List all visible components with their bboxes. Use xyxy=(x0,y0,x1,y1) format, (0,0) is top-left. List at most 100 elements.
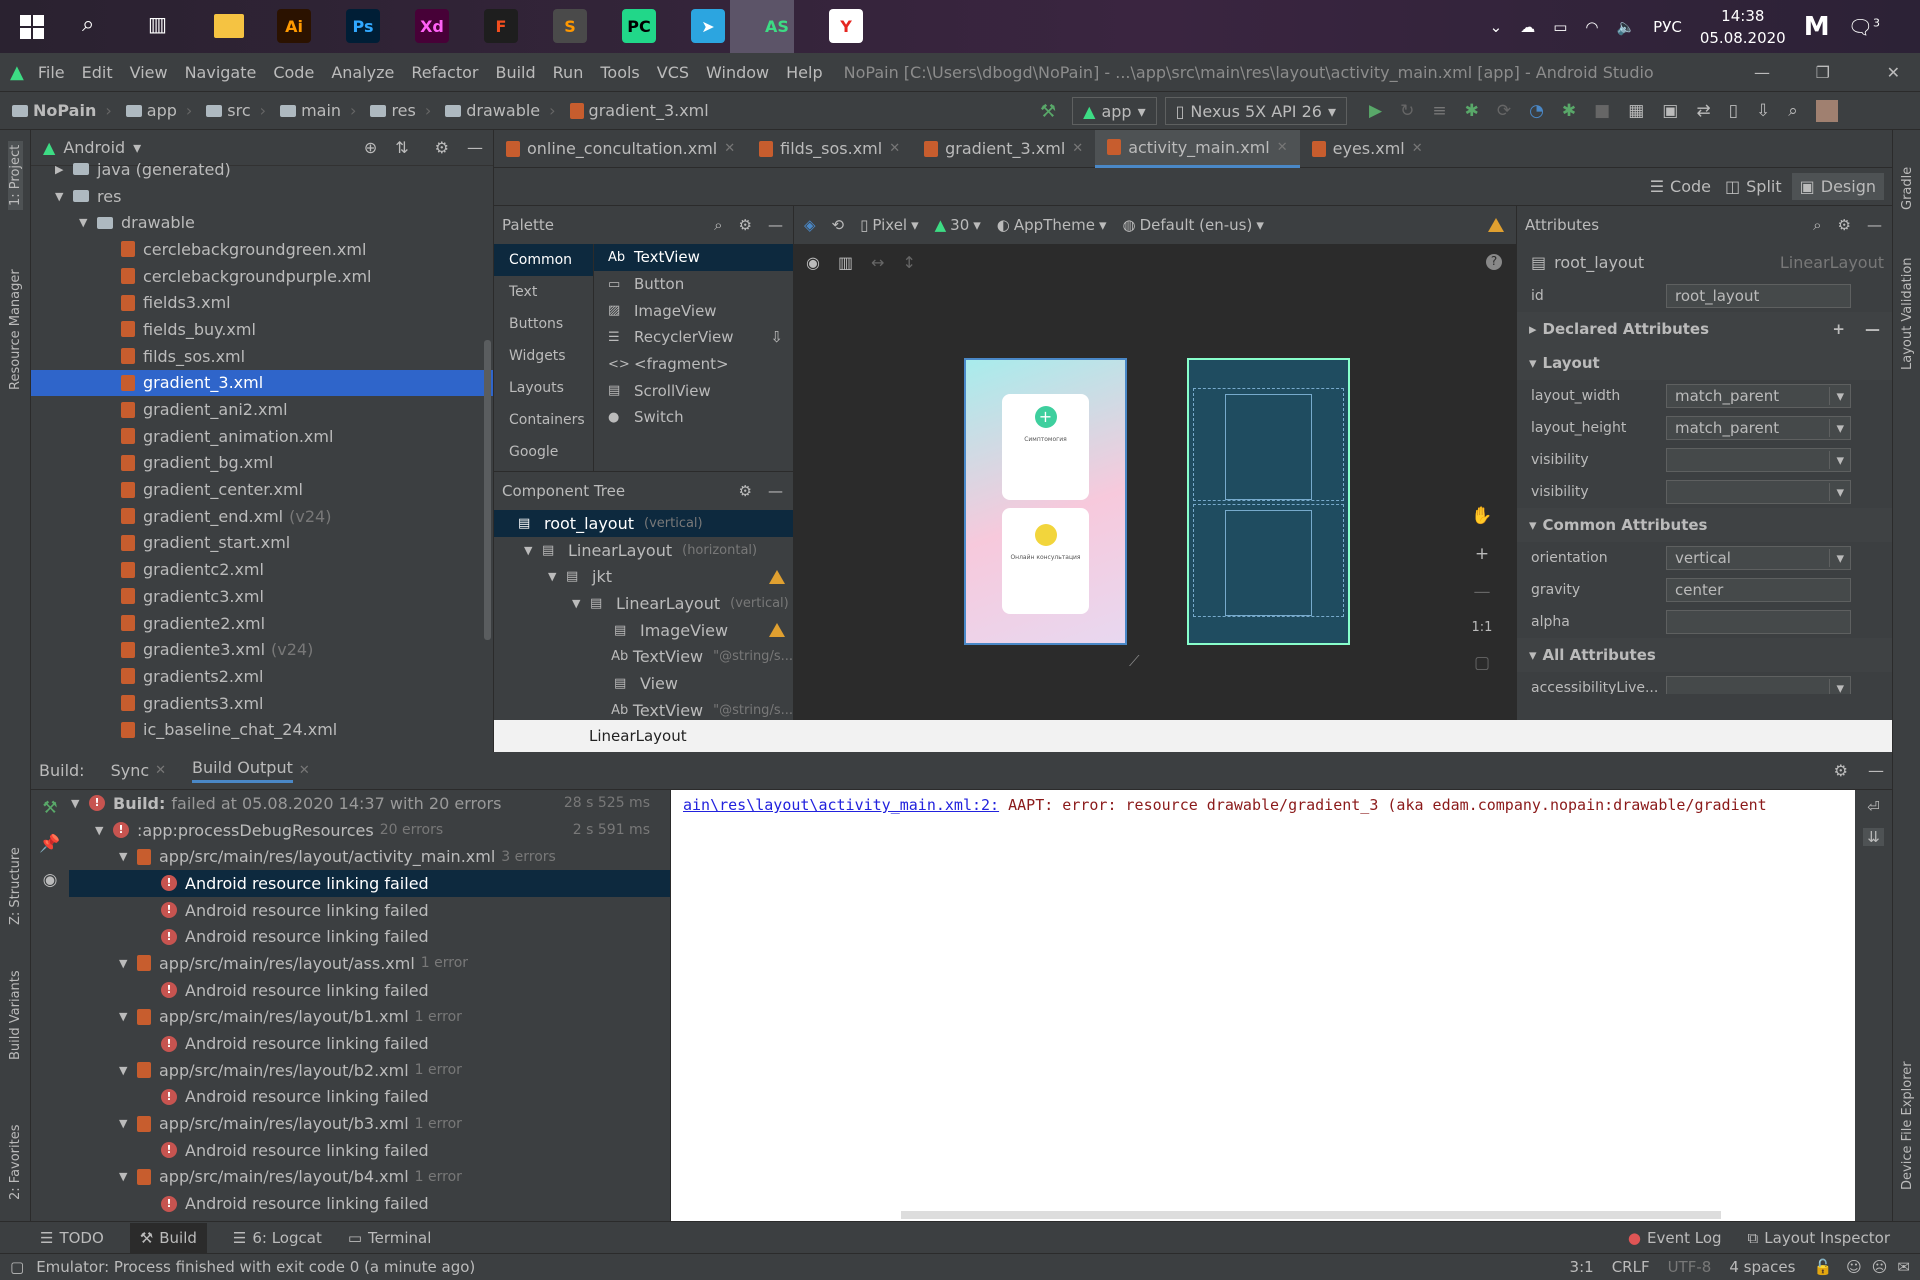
expand-arrow-icon[interactable]: ▼ xyxy=(119,1170,137,1183)
layers-icon[interactable]: ◈ xyxy=(804,216,816,234)
taskbar-app-icon[interactable]: Ai xyxy=(277,9,311,43)
attribute-value-field[interactable]: ▾ xyxy=(1666,448,1851,472)
project-tree-item[interactable]: ▼ res xyxy=(31,183,493,210)
clock[interactable]: 14:38 05.08.2020 xyxy=(1700,5,1786,49)
m-app-icon[interactable]: M xyxy=(1804,12,1830,42)
editor-tab[interactable]: eyes.xml ✕ xyxy=(1300,130,1435,168)
expand-arrow-icon[interactable]: ▼ xyxy=(119,1064,137,1077)
scroll-to-end-icon[interactable]: ⇊ xyxy=(1863,828,1884,846)
expanded-arrow-icon[interactable]: ▼ xyxy=(55,190,73,203)
gear-icon[interactable]: ⚙ xyxy=(739,216,752,234)
palette-item[interactable]: <> <fragment> xyxy=(594,351,793,378)
project-tree-item[interactable]: ▼ drawable xyxy=(31,209,493,236)
project-tree-item[interactable]: gradiente2.xml xyxy=(31,610,493,637)
menu-file[interactable]: File xyxy=(38,63,65,82)
zoom-fit-icon[interactable]: ▢ xyxy=(1474,653,1490,673)
build-tree-row[interactable]: ▼ app/src/main/res/layout/b4.xml 1 error xyxy=(31,1164,670,1191)
project-tree-item[interactable]: filds_sos.xml xyxy=(31,343,493,370)
favorites-tool-tab[interactable]: 2: Favorites xyxy=(8,1124,23,1200)
close-tab-icon[interactable]: ✕ xyxy=(1277,140,1288,155)
build-tree-row[interactable]: ! Android resource linking failed xyxy=(31,897,670,924)
menu-vcs[interactable]: VCS xyxy=(657,63,689,82)
hide-icon[interactable]: — xyxy=(768,482,783,500)
debug-icon[interactable]: ✱ xyxy=(1465,101,1479,121)
chevron-down-icon[interactable]: ▾ xyxy=(1829,387,1850,405)
layout-inspector-tab[interactable]: ⧉ Layout Inspector xyxy=(1748,1229,1890,1247)
project-tree-item[interactable]: gradient_start.xml xyxy=(31,530,493,557)
task-view-icon[interactable]: ▥ xyxy=(148,12,167,36)
close-tab-icon[interactable]: ✕ xyxy=(1412,141,1423,156)
error-file-link[interactable]: ain\res\layout\activity_main.xml:2: xyxy=(683,796,999,814)
attach-debugger-icon[interactable]: ⟳ xyxy=(1497,101,1511,121)
expand-arrow-icon[interactable]: ▼ xyxy=(119,1010,137,1023)
gear-icon[interactable]: ⚙ xyxy=(435,138,449,157)
id-field[interactable]: root_layout xyxy=(1666,284,1851,308)
split-mode-button[interactable]: ◫ Split xyxy=(1725,177,1782,196)
indent-setting[interactable]: 4 spaces xyxy=(1729,1258,1795,1276)
event-log-tab[interactable]: ● Event Log xyxy=(1628,1229,1722,1247)
orientation-icon[interactable]: ⟲ xyxy=(832,216,845,234)
chevron-down-icon[interactable]: ▾ xyxy=(1829,549,1850,567)
taskbar-app-icon[interactable]: AS xyxy=(760,9,794,43)
layout-section[interactable]: ▾ Layout xyxy=(1517,346,1892,380)
event-log-icon[interactable]: ✉ xyxy=(1897,1258,1910,1276)
palette-item[interactable]: ▭ Button xyxy=(594,271,793,298)
taskbar-app-icon[interactable]: F xyxy=(484,9,518,43)
palette-item[interactable]: ▤ ScrollView xyxy=(594,377,793,404)
wifi-icon[interactable]: ◠ xyxy=(1585,18,1598,36)
all-attributes-section[interactable]: ▾ All Attributes xyxy=(1517,638,1892,672)
hide-icon[interactable]: — xyxy=(1867,216,1882,234)
minimize-button[interactable]: — xyxy=(1754,63,1770,82)
palette-item[interactable]: ● Switch xyxy=(594,404,793,431)
build-tree-row[interactable]: ▼ app/src/main/res/layout/b3.xml 1 error xyxy=(31,1110,670,1137)
resource-manager-tool-tab[interactable]: Resource Manager xyxy=(8,269,23,390)
sync-icon[interactable]: ✱ xyxy=(1562,101,1576,121)
component-tree-item[interactable]: ▼ ▤ LinearLayout (vertical) xyxy=(494,590,793,617)
project-tree-item[interactable]: gradientc2.xml xyxy=(31,556,493,583)
expand-arrow-icon[interactable]: ▼ xyxy=(524,544,542,557)
editor-tab[interactable]: gradient_3.xml ✕ xyxy=(912,130,1095,168)
menu-build[interactable]: Build xyxy=(495,63,535,82)
warning-icon[interactable] xyxy=(769,569,785,584)
taskbar-app-icon[interactable]: Xd xyxy=(415,9,449,43)
chevron-down-icon[interactable]: ▾ xyxy=(1829,451,1850,469)
design-preview[interactable]: + Симптомогия Онлайн консультация xyxy=(964,358,1127,645)
search-icon[interactable]: ⌕ xyxy=(1813,216,1821,234)
device-select[interactable]: ▯ Pixel ▾ xyxy=(860,216,919,234)
breadcrumb-item[interactable]: main › xyxy=(280,101,356,120)
editor-tab[interactable]: filds_sos.xml ✕ xyxy=(747,130,912,168)
attribute-value-field[interactable]: match_parent ▾ xyxy=(1666,416,1851,440)
eye-icon[interactable]: ◉ xyxy=(43,870,58,890)
windows-start-icon[interactable] xyxy=(20,15,44,39)
tray-chevron-icon[interactable]: ⌄ xyxy=(1490,18,1503,36)
caret-position[interactable]: 3:1 xyxy=(1570,1258,1594,1276)
device-select[interactable]: ▯ Nexus 5X API 26 ▾ xyxy=(1164,97,1347,125)
build-tree-row[interactable]: ! Android resource linking failed xyxy=(31,870,670,897)
attribute-value-field[interactable] xyxy=(1666,610,1851,634)
api-select[interactable]: ▲ 30 ▾ xyxy=(935,216,981,234)
project-tree-item[interactable]: gradients2.xml xyxy=(31,663,493,690)
component-tree-item[interactable]: ▤ root_layout (vertical) xyxy=(494,510,793,537)
project-tree-item[interactable]: gradient_animation.xml xyxy=(31,423,493,450)
attribute-value-field[interactable]: match_parent ▾ xyxy=(1666,384,1851,408)
menu-navigate[interactable]: Navigate xyxy=(185,63,257,82)
sdk-manager-icon[interactable]: ▯ xyxy=(1729,101,1738,121)
line-separator[interactable]: CRLF xyxy=(1612,1258,1650,1276)
blueprint-preview[interactable] xyxy=(1187,358,1350,645)
hide-icon[interactable]: — xyxy=(1868,761,1884,780)
build-tab[interactable]: ⚒ Build xyxy=(129,1222,207,1253)
battery-icon[interactable]: ▭ xyxy=(1553,18,1567,36)
breadcrumb-item[interactable]: res › xyxy=(370,101,431,120)
expand-arrow-icon[interactable]: ▼ xyxy=(572,597,590,610)
user-avatar[interactable] xyxy=(1815,100,1838,122)
build-tree-row[interactable]: ▼ app/src/main/res/layout/b1.xml 1 error xyxy=(31,1004,670,1031)
project-tree-item[interactable]: gradient_center.xml xyxy=(31,476,493,503)
build-variants-tool-tab[interactable]: Build Variants xyxy=(8,970,23,1060)
hide-icon[interactable]: — xyxy=(768,216,783,234)
expand-arrow-icon[interactable]: ▼ xyxy=(548,570,566,583)
structure-tool-tab[interactable]: Z: Structure xyxy=(8,847,23,925)
build-output-tab[interactable]: Build Output xyxy=(192,758,293,783)
project-tree-item[interactable]: gradient_bg.xml xyxy=(31,450,493,477)
cloud-icon[interactable]: ☁ xyxy=(1520,18,1535,36)
rerun-icon[interactable]: ↻ xyxy=(1400,101,1414,121)
